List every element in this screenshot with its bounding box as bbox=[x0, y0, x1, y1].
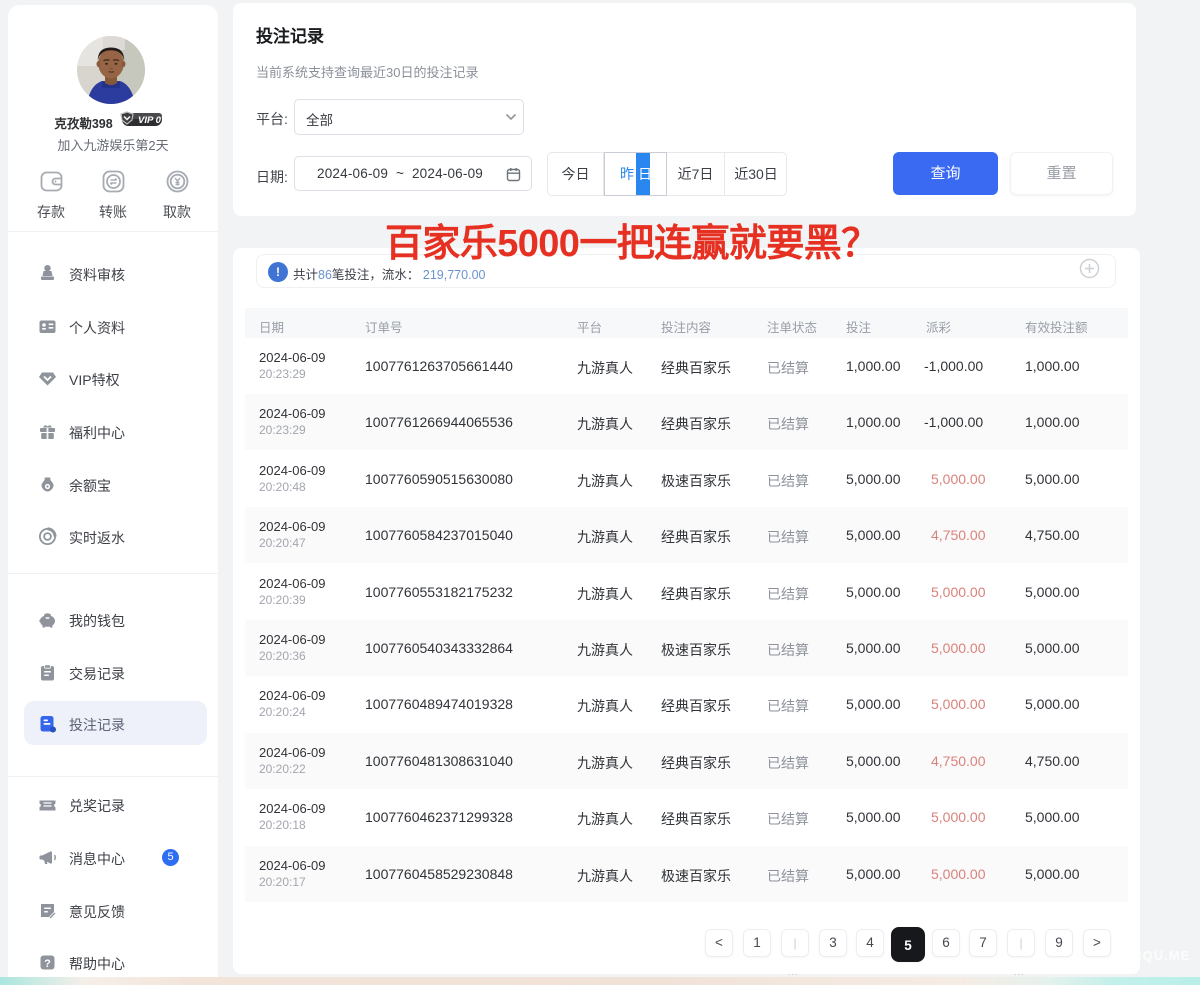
svg-text:VIP 0: VIP 0 bbox=[138, 115, 162, 126]
svg-text:?: ? bbox=[44, 958, 51, 970]
